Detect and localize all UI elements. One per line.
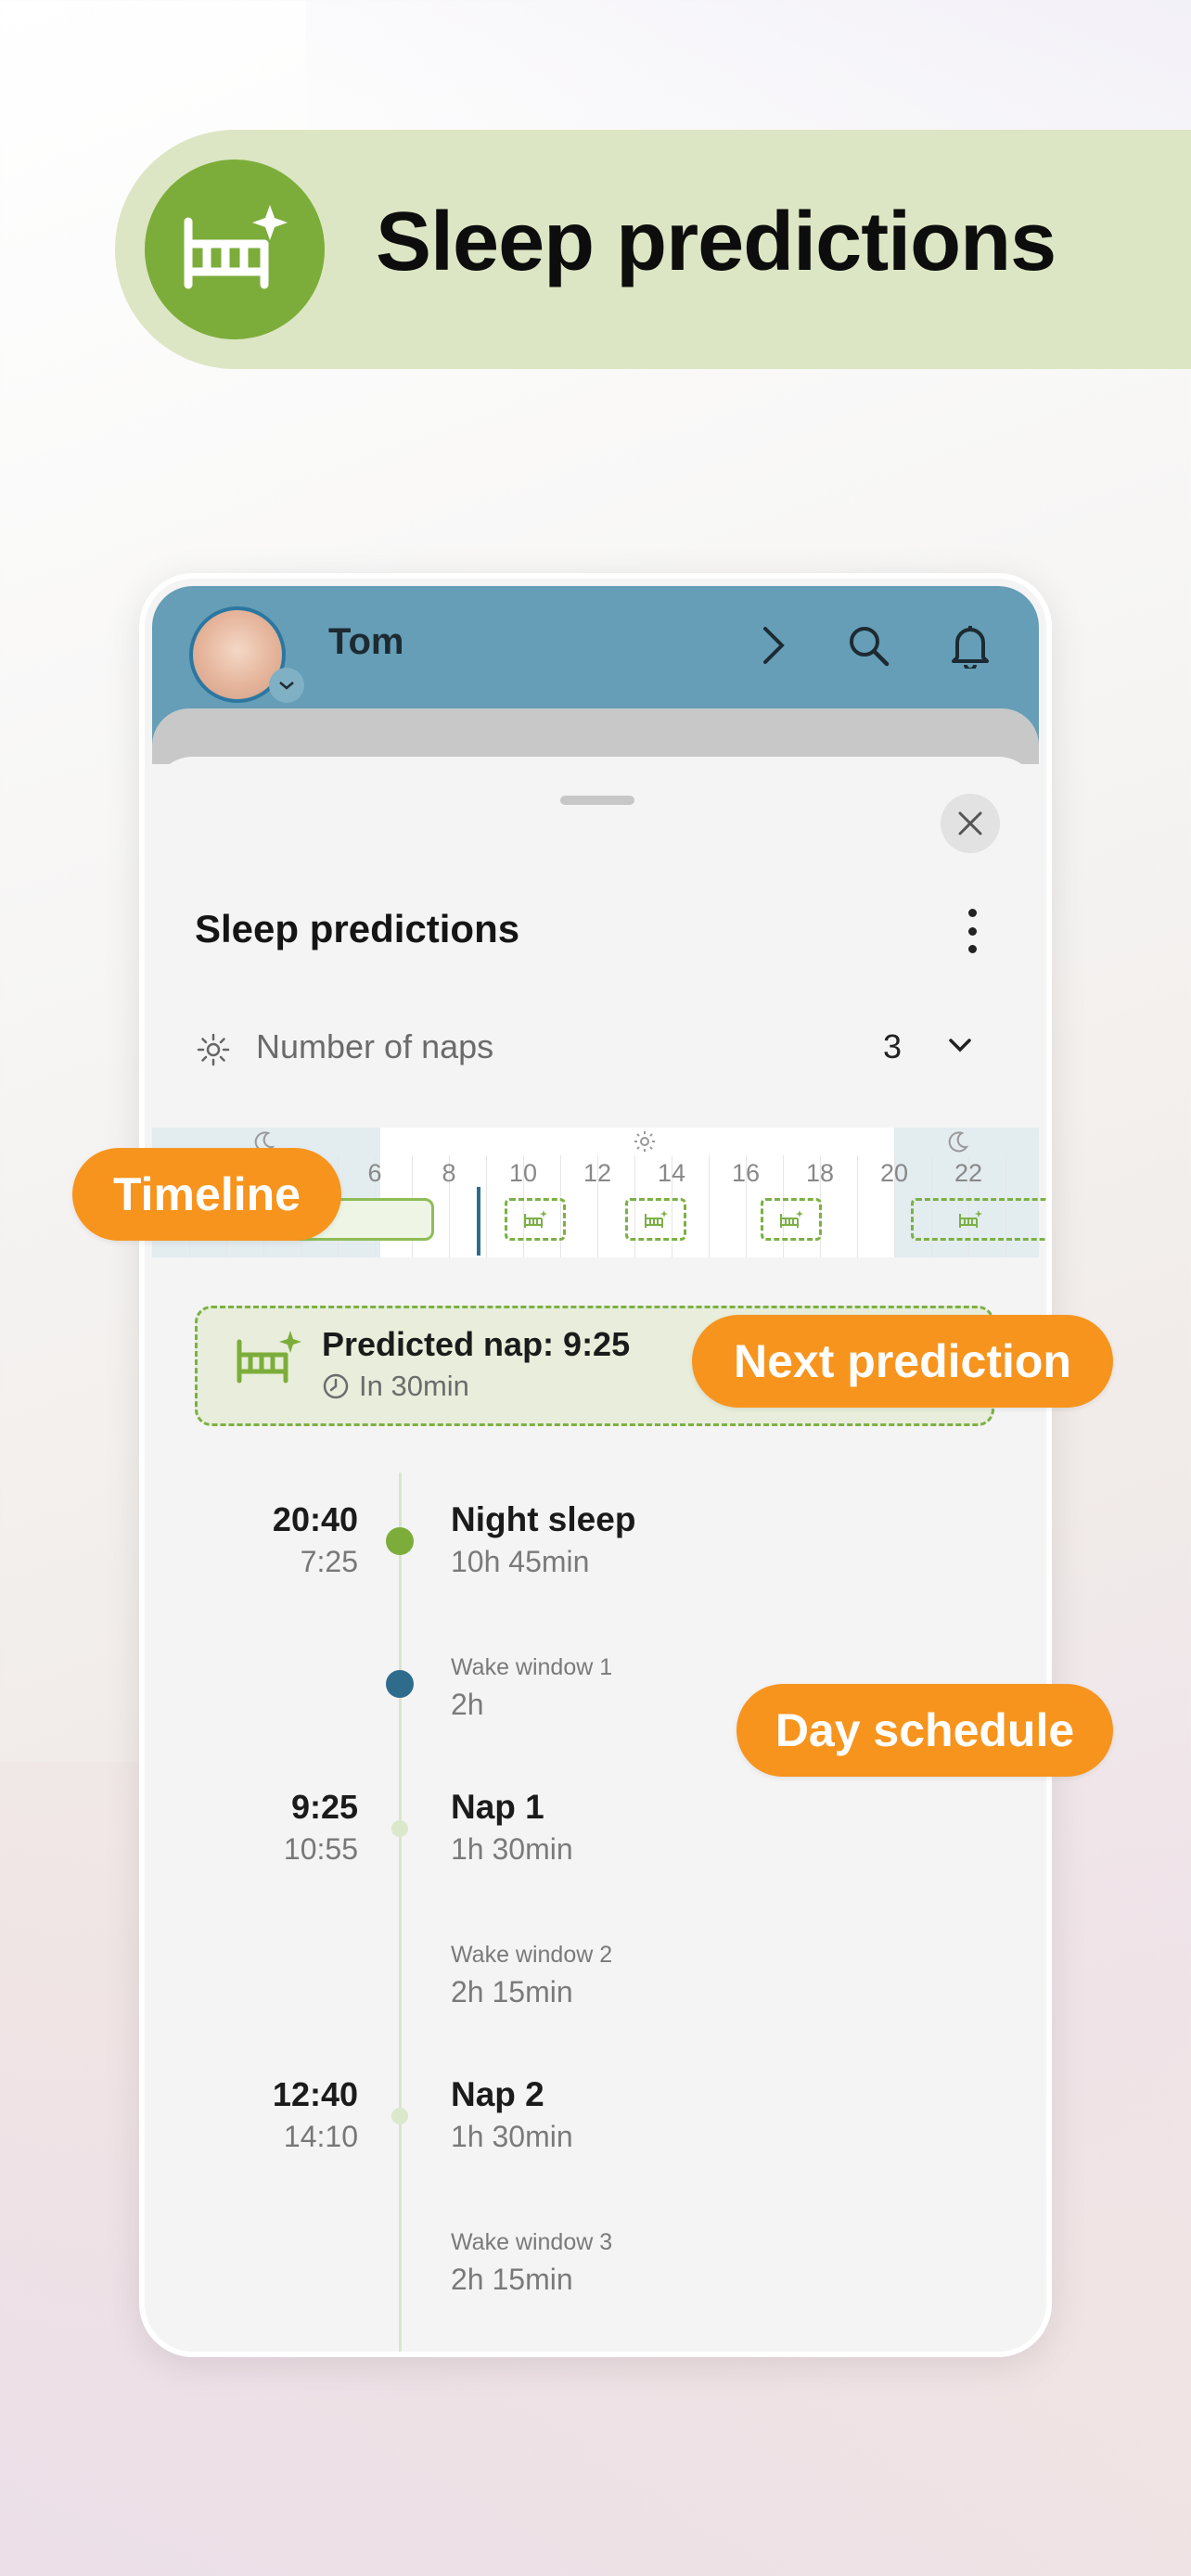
crib-icon — [524, 1210, 547, 1228]
search-icon[interactable] — [842, 619, 894, 671]
clock-icon — [323, 1373, 349, 1399]
timeline-predicted-nap[interactable] — [761, 1198, 822, 1241]
timeline-tick: 20 — [879, 1159, 909, 1187]
timeline-tick: 10 — [508, 1159, 538, 1187]
prediction-title: Predicted nap: 9:25 — [322, 1325, 631, 1363]
event-title[interactable]: Night sleep — [451, 1500, 635, 1539]
wake-window-duration: 2h 15min — [451, 2263, 573, 2296]
background-card — [152, 708, 1039, 764]
crib-icon — [959, 1210, 982, 1228]
page-title: Sleep predictions — [376, 196, 1057, 288]
naps-value[interactable]: 3 — [883, 1027, 902, 1066]
timeline-tick: 8 — [442, 1159, 456, 1187]
chevron-down-icon[interactable] — [269, 668, 304, 703]
child-name[interactable]: Tom — [328, 621, 403, 663]
day-schedule-callout: Day schedule — [736, 1684, 1113, 1777]
timeline-tick: 18 — [805, 1159, 835, 1187]
naps-label: Number of naps — [256, 1027, 494, 1065]
event-start-time: 20:40 — [272, 1500, 358, 1538]
event-duration: 10h 45min — [451, 1545, 590, 1578]
sun-icon — [634, 1131, 655, 1152]
crib-sparkle-icon — [145, 159, 325, 339]
event-start-time: 12:40 — [272, 2075, 358, 2113]
timeline-callout: Timeline — [72, 1148, 341, 1241]
wake-window-duration: 2h — [451, 1688, 484, 1721]
moon-icon — [948, 1131, 969, 1153]
timeline-predicted-night-sleep[interactable] — [911, 1198, 1046, 1241]
event-title[interactable]: Nap 2 — [451, 2075, 544, 2114]
sun-icon — [197, 1033, 230, 1066]
next-prediction-callout: Next prediction — [692, 1315, 1113, 1408]
wake-window-title: Wake window 1 — [451, 1654, 613, 1680]
event-duration: 1h 30min — [451, 2120, 573, 2153]
event-end-time: 14:10 — [283, 2120, 358, 2153]
timeline-now-marker — [477, 1187, 480, 1256]
wake-window-duration: 2h 15min — [451, 1975, 573, 2009]
prediction-countdown: In 30min — [359, 1370, 469, 1402]
nap-dot — [391, 2108, 408, 2124]
wake-window-title: Wake window 2 — [451, 1942, 613, 1968]
chevron-right-icon[interactable] — [748, 619, 800, 671]
crib-icon — [645, 1210, 668, 1228]
drag-handle[interactable] — [560, 796, 634, 805]
chevron-down-icon — [949, 1039, 971, 1052]
close-button[interactable] — [941, 794, 1000, 853]
close-icon — [958, 811, 982, 835]
wake-window-title: Wake window 3 — [451, 2229, 613, 2255]
wake-window-dot — [386, 1670, 414, 1698]
schedule-line — [399, 1473, 402, 2352]
timeline-tick: 14 — [657, 1159, 686, 1187]
event-duration: 1h 30min — [451, 1832, 573, 1866]
event-end-time: 7:25 — [300, 1545, 358, 1578]
more-options-button[interactable] — [955, 903, 989, 959]
event-start-time: 9:25 — [290, 1788, 358, 1826]
bottom-sheet: Sleep predictions Number of naps 3 6 8 1… — [152, 757, 1046, 2352]
prediction-subtitle: In 30min — [322, 1370, 469, 1403]
timeline-predicted-nap[interactable] — [625, 1198, 686, 1241]
timeline-predicted-nap[interactable] — [505, 1198, 566, 1241]
sheet-title: Sleep predictions — [195, 907, 520, 950]
timeline-tick: 12 — [583, 1159, 612, 1187]
timeline-tick: 22 — [954, 1159, 983, 1187]
nap-dot — [391, 1820, 408, 1837]
event-end-time: 10:55 — [283, 1832, 358, 1866]
bell-icon[interactable] — [944, 619, 996, 671]
phone-frame: Tom Sleep predictions Number of naps 3 6… — [139, 573, 1052, 2357]
crib-sparkle-icon — [237, 1331, 301, 1384]
timeline-tick: 16 — [731, 1159, 761, 1187]
number-of-naps-row[interactable]: Number of naps 3 — [195, 1020, 992, 1076]
event-title[interactable]: Nap 1 — [451, 1788, 544, 1827]
night-sleep-dot — [386, 1527, 414, 1555]
timeline-tick: 6 — [367, 1159, 382, 1187]
crib-icon — [780, 1210, 803, 1228]
